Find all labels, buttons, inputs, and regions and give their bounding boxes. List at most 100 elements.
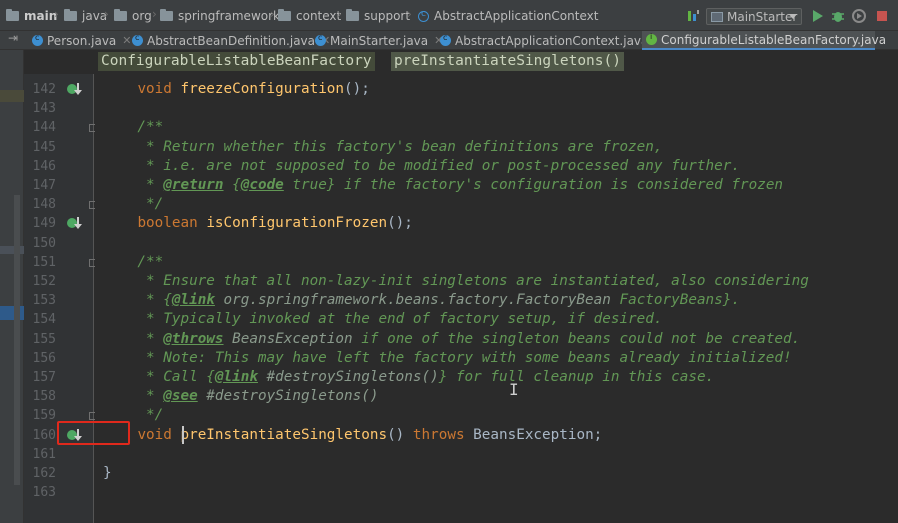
code-line: * Typically invoked at the end of factor… [103, 310, 662, 329]
breadcrumb-class[interactable]: AbstractApplicationContext [418, 7, 598, 25]
build-icon[interactable] [686, 8, 702, 24]
code-token: @code [240, 177, 284, 193]
code-token: * [103, 330, 164, 347]
code-token: #destroySingletons() [257, 369, 439, 385]
code-line: * Return whether this factory's bean def… [103, 138, 662, 157]
code-token: @throws [163, 330, 224, 347]
line-number: 155 [32, 331, 56, 347]
code-token: if one of the singleton beans could not … [352, 330, 801, 347]
class-icon [132, 33, 143, 46]
line-number: 161 [32, 446, 56, 462]
breadcrumb-org[interactable]: org [114, 7, 152, 25]
run-icon[interactable] [809, 8, 825, 24]
code-token: * Ensure that all non-lazy-init singleto… [103, 273, 809, 289]
tab-label: AbstractBeanDefinition.java [147, 33, 316, 48]
folder-icon [346, 9, 359, 21]
line-number: 149 [32, 216, 56, 232]
text-caret [182, 425, 184, 444]
line-number: 144 [32, 120, 56, 136]
breadcrumb-method[interactable]: preInstantiateSingletons() [391, 52, 624, 71]
coverage-icon[interactable] [851, 8, 867, 24]
tool-window-strip [0, 50, 24, 523]
code-token: * Typically invoked at the end of factor… [103, 311, 663, 328]
run-configuration-select[interactable]: MainStarter [706, 8, 802, 25]
tab-main-starter[interactable]: MainStarter.java ✕ [311, 31, 443, 50]
code-token: @see [163, 388, 198, 405]
line-number: 159 [32, 408, 56, 424]
class-icon [32, 33, 43, 46]
breadcrumb-interface[interactable]: ConfigurableListableBeanFactory [98, 52, 375, 71]
tab-configurable-listable-bean-factory[interactable]: ConfigurableListableBeanFactory.java [642, 31, 886, 50]
line-number: 158 [32, 389, 56, 405]
code-line: * @throws BeansException if one of the s… [103, 330, 800, 349]
breadcrumb-label: springframework [178, 9, 280, 23]
code-line: void freezeConfiguration(); [103, 80, 369, 99]
breadcrumb-main[interactable]: main [6, 7, 57, 25]
code-token: BeansException; [473, 426, 603, 443]
code-token: BeansException [223, 330, 353, 347]
code-token: @link [214, 369, 258, 385]
breadcrumb-springframework[interactable]: springframework [160, 7, 280, 25]
chevron-down-icon [789, 14, 797, 19]
tab-list-icon[interactable]: ⇥ [8, 31, 18, 45]
application-icon [711, 11, 723, 22]
run-configuration-label: MainStarter [727, 9, 798, 24]
line-number: 142 [32, 82, 56, 97]
annotation-highlight-box [57, 421, 130, 445]
tab-abstract-application-context[interactable]: AbstractApplicationContext.java ✕ [436, 31, 664, 50]
strip-marker [0, 246, 24, 254]
code-line: /** [103, 253, 163, 272]
line-number-gutter[interactable]: 142 143 144 145 146 147 148 149 150 151 152 153 154 1… [24, 74, 97, 523]
code-token: { [223, 177, 241, 193]
code-token: */ [103, 196, 164, 213]
code-token: void [137, 81, 181, 97]
scroll-marker [14, 195, 20, 485]
breadcrumb-separator: › [337, 7, 342, 21]
line-number: 146 [32, 158, 56, 174]
strip-marker [0, 306, 24, 320]
line-number: 145 [32, 139, 56, 155]
mouse-text-cursor: I [509, 380, 519, 399]
code-token: * Return whether this factory's bean def… [103, 138, 663, 155]
code-token: } [103, 465, 112, 481]
code-line: /** [103, 118, 163, 137]
line-number: 160 [32, 427, 56, 443]
breadcrumb-label: support [364, 9, 411, 23]
code-token: /** [103, 253, 164, 270]
class-icon [440, 33, 451, 46]
tab-abstract-bean-definition[interactable]: AbstractBeanDefinition.java ✕ [128, 31, 330, 50]
breadcrumb-label: org [132, 9, 152, 23]
debug-icon[interactable] [830, 8, 846, 24]
strip-marker [0, 90, 24, 102]
breadcrumb-separator: › [104, 7, 109, 21]
breadcrumb-java[interactable]: java [64, 7, 107, 25]
code-token: preInstantiateSingletons [180, 426, 388, 443]
code-line: * @return {@code true} if the factory's … [103, 176, 783, 195]
code-token: * [103, 388, 164, 405]
code-line: } [103, 464, 112, 483]
breadcrumb-separator: › [54, 7, 59, 21]
code-line: * Note: This may have left the factory w… [103, 349, 792, 368]
code-token: FactoryBeans}. [610, 292, 740, 309]
arrow-down-icon [74, 83, 82, 95]
breadcrumb-context[interactable]: context [278, 7, 341, 25]
line-number: 151 [32, 254, 56, 270]
code-token: freezeConfiguration [180, 81, 345, 97]
code-token: } for full cleanup in this case. [438, 369, 715, 385]
stop-icon[interactable] [874, 8, 890, 24]
code-editor[interactable]: void freezeConfiguration(); /** * Return… [95, 74, 898, 523]
code-token: * i.e. are not supposed to be modified o… [103, 157, 740, 174]
code-token: * { [103, 292, 172, 309]
breadcrumb-support[interactable]: support [346, 7, 410, 25]
code-line: boolean isConfigurationFrozen(); [103, 214, 413, 233]
code-line: * {@link org.springframework.beans.facto… [103, 291, 740, 310]
code-token: org.springframework.beans.factory.Factor… [214, 292, 611, 309]
code-token: (); [387, 215, 413, 232]
tab-person[interactable]: Person.java ✕ [28, 31, 132, 50]
breadcrumb-label: main [24, 9, 58, 23]
code-line: void preInstantiateSingletons() throws B… [103, 426, 602, 445]
code-token: throws [412, 426, 474, 443]
line-number: 163 [32, 485, 56, 501]
